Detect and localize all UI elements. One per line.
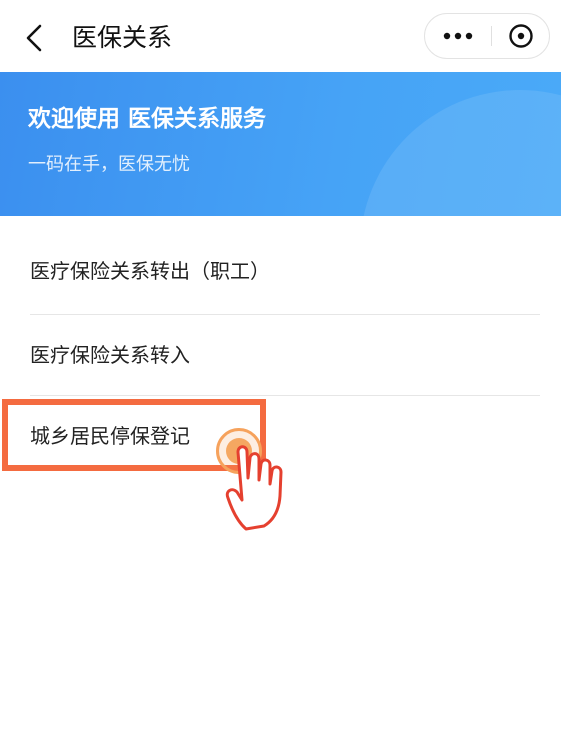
welcome-banner: 欢迎使用 医保关系服务 一码在手，医保无忧	[0, 72, 561, 216]
page-title: 医保关系	[72, 23, 173, 52]
menu-item-label: 医疗保险关系转入	[30, 343, 190, 367]
menu-item-transfer-in[interactable]: 医疗保险关系转入	[0, 316, 561, 396]
banner-decoration	[360, 90, 561, 216]
more-button[interactable]	[425, 14, 491, 58]
menu-item-transfer-out[interactable]: 医疗保险关系转出（职工）	[0, 232, 561, 312]
banner-title: 欢迎使用 医保关系服务	[28, 106, 267, 132]
banner-subtitle: 一码在手，医保无忧	[28, 154, 190, 175]
chevron-left-icon	[26, 24, 42, 52]
hand-pointer-icon	[225, 445, 283, 531]
nav-bar: 医保关系	[0, 0, 561, 72]
back-button[interactable]	[18, 18, 54, 58]
menu-divider	[30, 314, 540, 315]
mini-program-capsule	[424, 13, 550, 59]
close-button[interactable]	[492, 14, 550, 58]
menu-divider	[30, 395, 540, 396]
more-dots-icon	[443, 32, 473, 40]
menu-item-label: 医疗保险关系转出（职工）	[30, 259, 270, 283]
close-circle-icon	[509, 24, 533, 48]
